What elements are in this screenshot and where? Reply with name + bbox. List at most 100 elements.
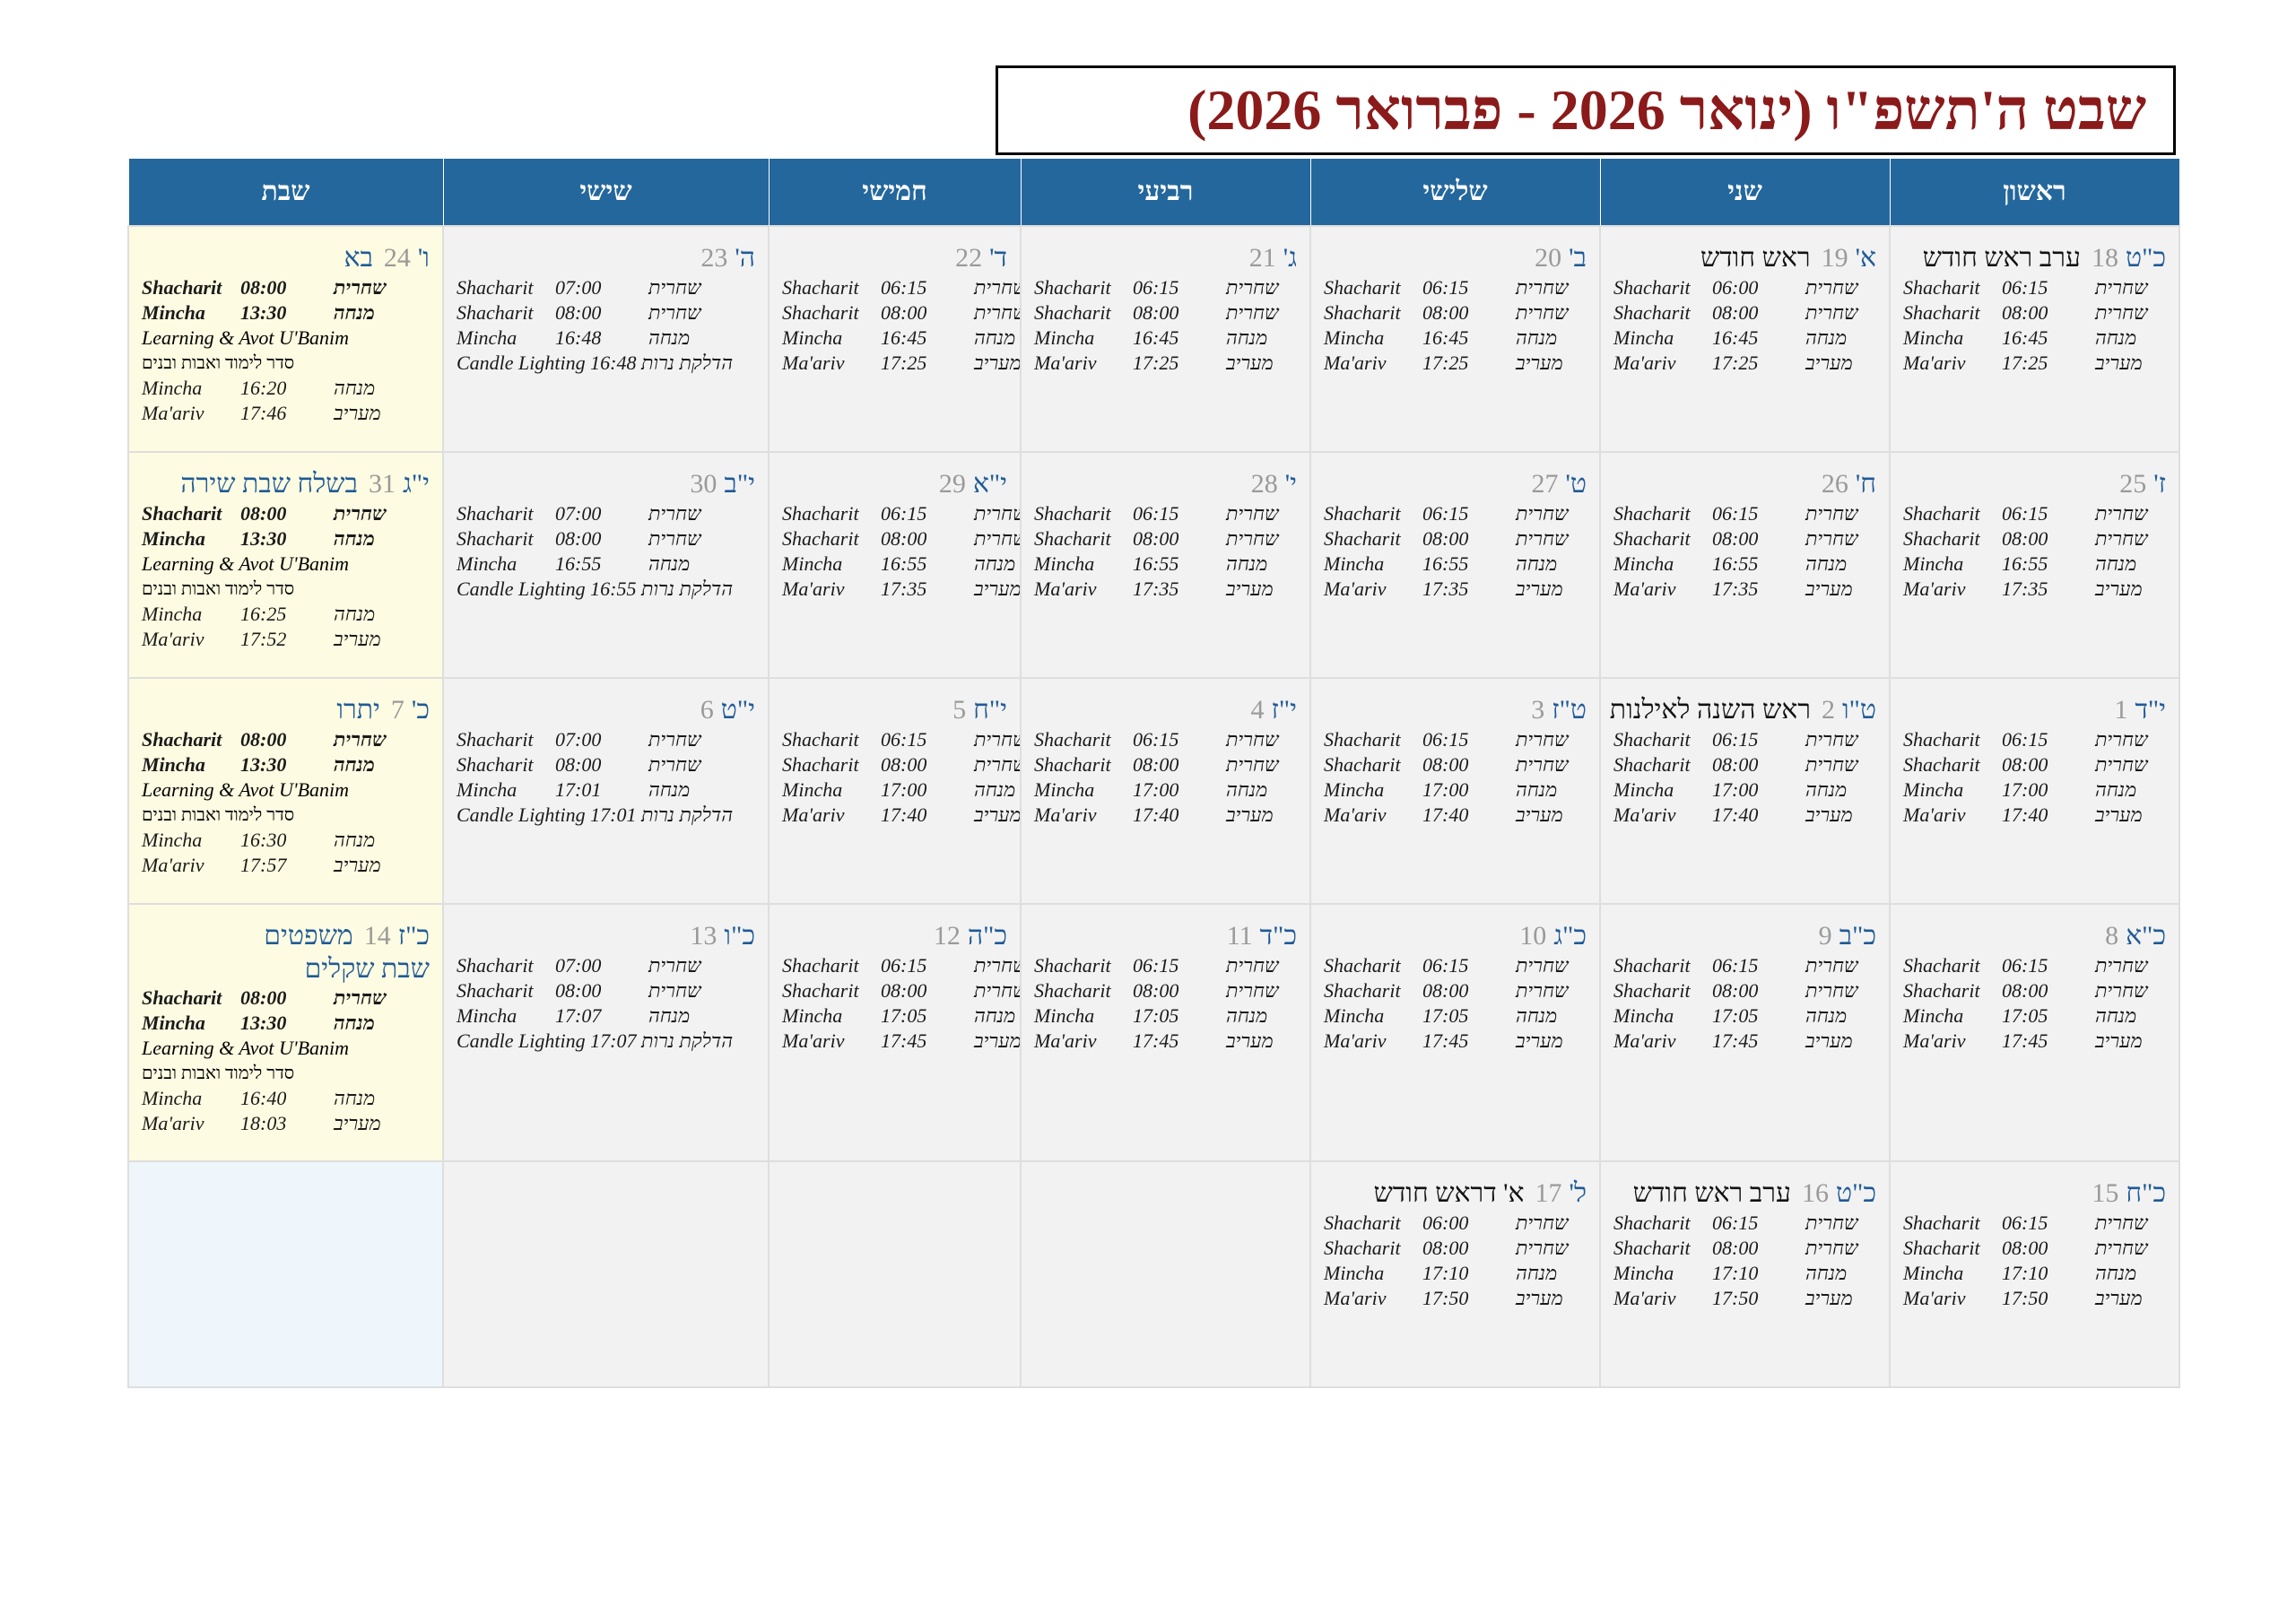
service-name-en: Shacharit (457, 979, 534, 1002)
service-time: 17:45 (1422, 1029, 1469, 1052)
service-name-he: שחרית (1516, 1211, 1569, 1234)
service-line: Ma'ariv 17:25 מעריב (1034, 351, 1297, 376)
day-header: י"ד1 (1903, 680, 2166, 727)
gregorian-date: 6 (700, 695, 714, 725)
service-name-he: שחרית (1226, 527, 1279, 550)
day-header: י"ח5 (782, 680, 1007, 727)
day-cell-tue: ל'17א' דראש חודש Shacharit 06:00 שחרית Shach… (1309, 1160, 1601, 1388)
service-time: 16:40 (240, 1087, 287, 1109)
service-name-en: Mincha (782, 1004, 843, 1027)
service-line: Shacharit 06:15 שחרית (1613, 1211, 1876, 1236)
day-cell-tue: ט"ז3 Shacharit 06:15 שחרית Shacharit 08:00 שחר… (1309, 677, 1601, 905)
service-time: 17:05 (1133, 1004, 1179, 1027)
service-name-en: Mincha (782, 552, 843, 575)
service-name-he: שחרית (1516, 502, 1569, 525)
service-line: Mincha 13:30 מנחה (142, 526, 430, 551)
service-name-he: שחרית (648, 301, 701, 324)
day-header: ג'21 (1034, 228, 1297, 275)
service-time: 17:50 (2002, 1287, 2048, 1309)
service-line: Shacharit 08:00 שחרית (1613, 752, 1876, 777)
service-time: 13:30 (240, 753, 287, 776)
service-time: 16:55 (1133, 552, 1179, 575)
service-line: Shacharit 06:00 שחרית (1324, 1211, 1587, 1236)
day-header: כ'7 יתרו (142, 680, 430, 727)
service-name-en: Shacharit (1324, 502, 1401, 525)
service-name-en: Shacharit (782, 527, 859, 550)
service-time: 06:15 (2002, 502, 2048, 525)
service-line: Shacharit 08:00 שחרית (1613, 978, 1876, 1003)
service-line: Mincha 13:30 מנחה (142, 300, 430, 326)
service-name-en: Shacharit (142, 502, 222, 525)
day-cell-mon: ח'26 Shacharit 06:15 שחרית Shacharit 08:00 שחר… (1599, 451, 1891, 679)
day-cell-mon: א'19ראש חודש Shacharit 06:00 שחרית Shacharit… (1599, 225, 1891, 453)
service-name-en: Mincha (1903, 326, 1964, 349)
service-time: 08:00 (240, 986, 287, 1009)
service-time: 17:10 (1422, 1262, 1469, 1284)
service-time: 17:50 (1712, 1287, 1759, 1309)
service-name-en: Shacharit (1613, 728, 1691, 751)
service-line: Mincha 13:30 מנחה (142, 752, 430, 777)
service-name-he: מנחה (1516, 326, 1558, 349)
service-time: 17:40 (1712, 803, 1759, 826)
service-name-en: Mincha (782, 778, 843, 801)
service-time: 06:15 (1133, 276, 1179, 299)
service-name-en: Shacharit (142, 276, 222, 299)
service-line: Ma'ariv 17:40 מעריב (1613, 803, 1876, 828)
service-line: Mincha 17:00 מנחה (1903, 777, 2166, 803)
service-name-he: שחרית (974, 753, 1019, 776)
service-time: 17:07 (555, 1004, 602, 1027)
day-cell-sat: י"ג31בשלח שבת שירה Shacharit 08:00 שחרית Min… (127, 451, 444, 679)
service-line: Mincha 16:25 מנחה (142, 602, 430, 627)
service-name-he: שחרית (1516, 753, 1569, 776)
service-time: 17:52 (240, 628, 287, 650)
service-line: Shacharit 06:15 שחרית (1034, 501, 1297, 526)
day-cell-tue: ט'27 Shacharit 06:15 שחרית Shacharit 08:00 שחר… (1309, 451, 1601, 679)
day-header: ד'22 (782, 228, 1007, 275)
day-header: ט"ו2 ראש השנה לאילנות (1610, 680, 1876, 727)
service-line: Shacharit 08:00 שחרית (1903, 752, 2166, 777)
service-name-en: Mincha (1034, 326, 1095, 349)
service-line: Mincha 17:10 מנחה (1324, 1261, 1587, 1286)
day-header: כ"ז14 משפטים (142, 906, 430, 953)
day-header: ז'25 (1903, 454, 2166, 501)
service-time: 06:15 (1712, 1211, 1759, 1234)
service-name-he: מנחה (1805, 778, 1848, 801)
service-line: Shacharit 08:00 שחרית (457, 300, 755, 326)
day-cell-fri: י"ט6 Shacharit 07:00 שחרית Shacharit 08:00 שחר… (442, 677, 770, 905)
service-line: Shacharit 06:15 שחרית (1324, 727, 1587, 752)
service-time: 17:05 (1422, 1004, 1469, 1027)
hebrew-date: י"ד (2135, 695, 2166, 725)
service-time: 17:40 (881, 803, 927, 826)
day-header-mon: שני (1599, 158, 1891, 227)
service-name-he: שחרית (2095, 954, 2148, 977)
service-name-he: שחרית (648, 502, 701, 525)
service-name-en: Mincha (1034, 778, 1095, 801)
service-line: Shacharit 06:15 שחרית (1034, 953, 1297, 978)
service-time: 08:00 (881, 979, 927, 1002)
service-line: Mincha 17:05 מנחה (782, 1003, 1015, 1029)
service-name-he: מנחה (1226, 778, 1268, 801)
learning-he: סדר לימוד ואבות ובנים (142, 579, 295, 599)
service-time: 17:25 (881, 352, 927, 374)
service-time: 13:30 (240, 301, 287, 324)
gregorian-date: 8 (2105, 921, 2119, 951)
hebrew-date: כ"ט (2125, 243, 2166, 273)
service-time: 08:00 (1422, 1237, 1469, 1259)
service-time: 06:15 (1712, 728, 1759, 751)
service-line: Mincha 16:20 מנחה (142, 376, 430, 401)
service-name-he: שחרית (1516, 728, 1569, 751)
day-header: א'19 ראש חודש (1613, 228, 1876, 275)
service-name-he: מעריב (1516, 578, 1563, 600)
service-name-en: Shacharit (1613, 276, 1691, 299)
day-cell-tue: כ"ג10 Shacharit 06:15 שחרית Shacharit 08:00 שח… (1309, 903, 1601, 1162)
service-line: Mincha 16:55 מנחה (1903, 551, 2166, 577)
service-line: Shacharit 08:00 שחרית (782, 526, 1019, 551)
hebrew-date: ט"ו (1841, 695, 1876, 725)
service-time: 06:00 (1712, 276, 1759, 299)
service-name-en: Mincha (142, 1012, 205, 1034)
service-name-en: Mincha (142, 603, 203, 625)
service-line: Shacharit 06:15 שחרית (1903, 727, 2166, 752)
service-time: 17:10 (1712, 1262, 1759, 1284)
service-name-he: מנחה (334, 1012, 375, 1034)
service-time: 08:00 (1712, 979, 1759, 1002)
